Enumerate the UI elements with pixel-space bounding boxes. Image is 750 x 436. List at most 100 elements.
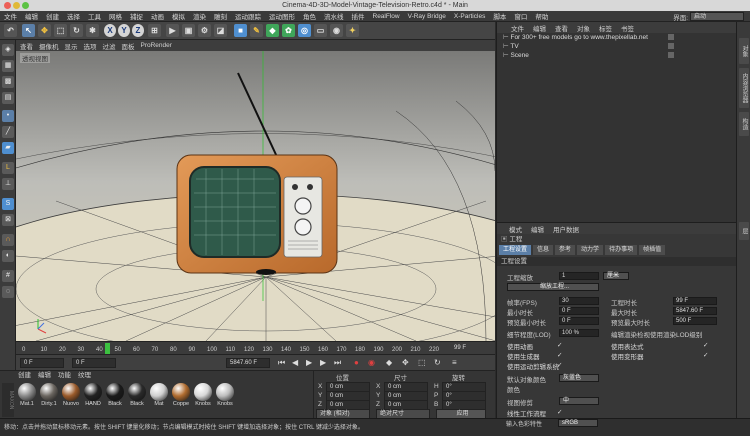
solo-icon[interactable]: ◌ [2, 286, 14, 298]
material-swatch[interactable]: Coppe [170, 383, 192, 407]
grid-icon[interactable]: # [2, 270, 14, 282]
tab-info[interactable]: 信息 [533, 245, 554, 255]
move-key-icon[interactable]: ✥ [402, 358, 409, 367]
maximize-window-button[interactable] [22, 2, 29, 9]
menu-tools[interactable]: 工具 [88, 11, 101, 21]
recent-tools-icon[interactable]: ✱ [86, 24, 99, 37]
object-menu-bookmarks[interactable]: 书签 [621, 23, 634, 33]
material-menu-texture[interactable]: 纹理 [78, 371, 91, 380]
menu-render[interactable]: 渲染 [193, 11, 206, 21]
tab-objects[interactable]: 对象 [739, 38, 749, 64]
object-menu-file[interactable]: 文件 [511, 23, 524, 33]
menu-sculpt[interactable]: 雕刻 [214, 11, 227, 21]
timeline-menu-icon[interactable]: ≡ [452, 358, 457, 367]
object-row[interactable]: ⊢ For 300+ free models go to www.thepixe… [497, 33, 736, 42]
lock-workplane-icon[interactable]: ⊠ [2, 214, 14, 226]
material-menu-edit[interactable]: 编辑 [38, 371, 51, 380]
menu-help[interactable]: 帮助 [535, 11, 548, 21]
preview-max-field[interactable]: 500 F [673, 317, 717, 325]
perspective-viewport[interactable]: 透视视图 [16, 51, 495, 341]
project-time-field[interactable]: 99 F [673, 297, 717, 305]
material-swatch[interactable]: HAND [82, 383, 104, 407]
render-picture-viewer-icon[interactable]: ▣ [182, 24, 195, 37]
render-region-icon[interactable]: ◪ [214, 24, 227, 37]
axis-z-icon[interactable]: Z [132, 24, 144, 37]
scale-icon[interactable]: ⬚ [54, 24, 67, 37]
axis-x-icon[interactable]: X [104, 24, 116, 37]
floor-icon[interactable]: ▭ [314, 24, 327, 37]
menu-character[interactable]: 角色 [303, 11, 316, 21]
object-menu-edit[interactable]: 编辑 [533, 23, 546, 33]
use-generators-checkbox[interactable]: ✓ [557, 351, 562, 359]
view-clipping-select[interactable]: 中 [559, 397, 599, 405]
tab-dynamics[interactable]: 动力学 [577, 245, 604, 255]
material-swatch[interactable]: Mat [148, 383, 170, 407]
material-swatch[interactable]: Knobs [214, 383, 236, 407]
edges-mode-icon[interactable]: ╱ [2, 126, 14, 138]
tab-referencing[interactable]: 参考 [555, 245, 576, 255]
cloner-icon[interactable]: ✿ [282, 24, 295, 37]
material-swatch[interactable]: Black [104, 383, 126, 407]
linear-workflow-checkbox[interactable]: ✓ [557, 408, 562, 416]
camera-icon[interactable]: ◉ [330, 24, 343, 37]
deformer-icon[interactable]: ◎ [298, 24, 311, 37]
object-menu-tags[interactable]: 标签 [599, 23, 612, 33]
use-expressions-checkbox[interactable]: ✓ [703, 341, 708, 349]
play-icon[interactable]: ▶ [306, 358, 312, 367]
scale-project-button[interactable]: 缩放工程... [507, 283, 599, 291]
menu-motion-tracking[interactable]: 运动跟踪 [235, 11, 261, 21]
menu-vray[interactable]: V-Ray Bridge [408, 13, 446, 20]
start-frame-field[interactable]: 0 F [20, 358, 64, 368]
menu-xparticles[interactable]: X-Particles [454, 13, 485, 20]
texture-mode-icon[interactable]: ▩ [2, 76, 14, 88]
use-deformers-checkbox[interactable]: ✓ [703, 351, 708, 359]
polygons-mode-icon[interactable]: ▰ [2, 142, 14, 154]
cube-icon[interactable]: ■ [234, 24, 247, 37]
menu-mograph[interactable]: 运动图形 [269, 11, 295, 21]
tab-todo[interactable]: 待办事项 [605, 245, 638, 255]
render-settings-icon[interactable]: ⚙ [198, 24, 211, 37]
use-animation-checkbox[interactable]: ✓ [557, 341, 562, 349]
coordinate-system-icon[interactable]: ⊞ [148, 24, 161, 37]
keyframe-icon[interactable]: ◆ [386, 358, 392, 367]
menu-edit[interactable]: 编辑 [25, 11, 38, 21]
menu-pipeline[interactable]: 流水线 [324, 11, 344, 21]
material-menu-create[interactable]: 创建 [18, 371, 31, 380]
min-frame-field[interactable]: 0 F [72, 358, 116, 368]
menu-plugins[interactable]: 插件 [352, 11, 365, 21]
render-view-icon[interactable]: ▶ [166, 24, 179, 37]
menu-script[interactable]: 脚本 [493, 11, 506, 21]
close-window-button[interactable] [4, 2, 11, 9]
make-editable-icon[interactable]: ◈ [2, 44, 14, 56]
minimize-window-button[interactable] [13, 2, 20, 9]
attr-menu-mode[interactable]: 模式 [509, 224, 522, 234]
layout-select[interactable]: 启动 [690, 12, 744, 21]
rotate-key-icon[interactable]: ↻ [434, 358, 441, 367]
axis-mode-icon[interactable]: L [2, 162, 14, 174]
viewport-menu-filter[interactable]: 过滤 [103, 41, 116, 51]
menu-animate[interactable]: 动画 [151, 11, 164, 21]
prev-key-icon[interactable]: ◀ [292, 358, 298, 367]
object-menu-view[interactable]: 查看 [555, 23, 568, 33]
record-icon[interactable]: ● [354, 358, 359, 367]
move-icon[interactable]: ✥ [38, 24, 51, 37]
points-mode-icon[interactable]: • [2, 110, 14, 122]
use-motion-system-checkbox[interactable]: ✓ [557, 361, 562, 369]
menu-mesh[interactable]: 网格 [109, 11, 122, 21]
object-row[interactable]: ⊢ TV [497, 42, 736, 51]
max-time-field[interactable]: 5847.60 F [673, 307, 717, 315]
max-frame-field[interactable]: 5847.60 F [226, 358, 270, 368]
subdivision-icon[interactable]: ◆ [266, 24, 279, 37]
viewport-scene[interactable] [16, 51, 495, 341]
autokey-icon[interactable]: ◉ [368, 358, 375, 367]
material-swatch[interactable]: Nuovo [60, 383, 82, 407]
viewport-menu-view[interactable]: 查看 [20, 41, 33, 51]
tab-layers[interactable]: 层 [739, 222, 749, 240]
snap-icon[interactable]: S [2, 198, 14, 210]
object-menu-objects[interactable]: 对象 [577, 23, 590, 33]
timeline-ruler[interactable]: 0 10 20 30 40 50 60 70 80 90 100 110 120 130 140 150 160… [16, 341, 495, 354]
viewport-menu-options[interactable]: 选项 [84, 41, 97, 51]
menu-create[interactable]: 创建 [46, 11, 59, 21]
tab-key-interpolation[interactable]: 帧插值 [639, 245, 666, 255]
menu-realflow[interactable]: RealFlow [373, 13, 400, 20]
